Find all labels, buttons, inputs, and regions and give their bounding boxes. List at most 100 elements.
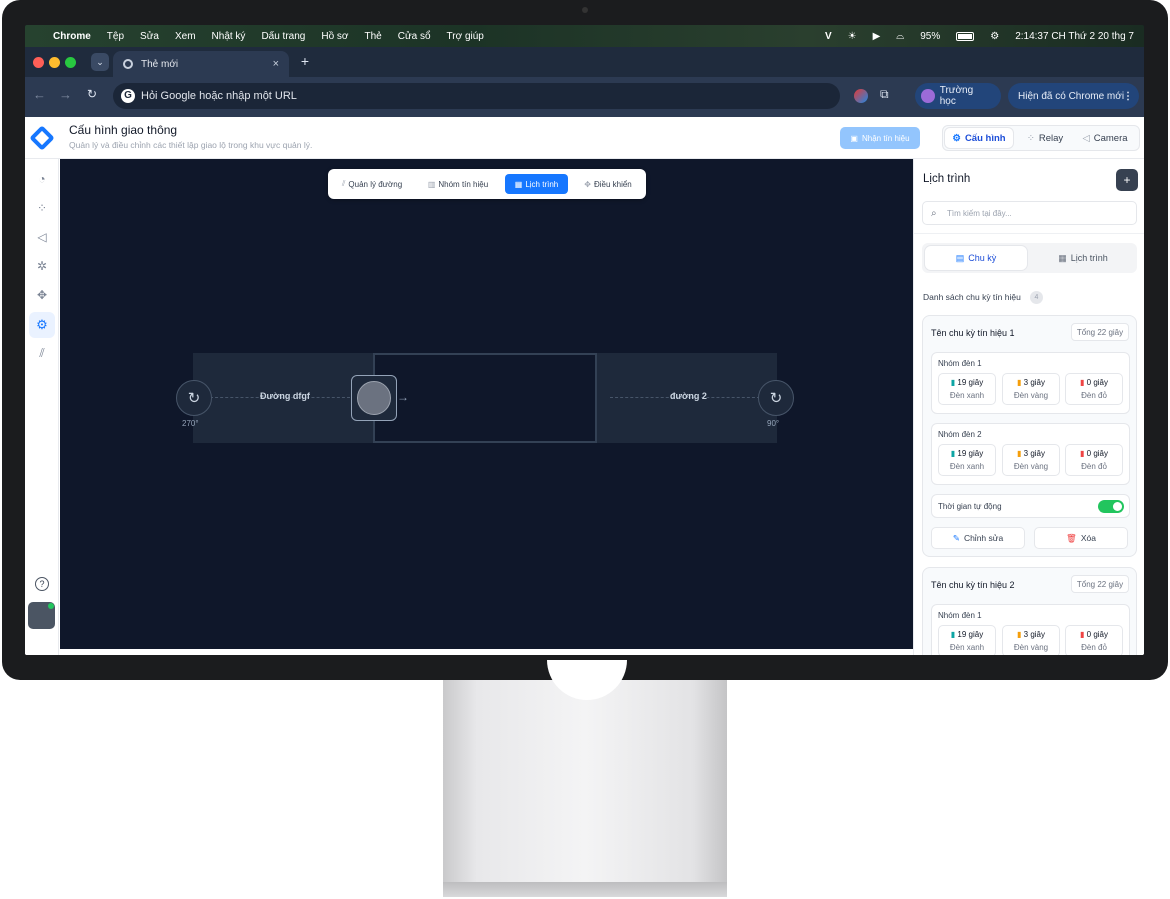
delete-button[interactable]: 🗑 Xóa: [1034, 527, 1128, 549]
menu-profiles[interactable]: Hồ sơ: [321, 31, 348, 42]
forward-icon[interactable]: →: [59, 87, 72, 102]
calendar-icon: ▦: [514, 179, 523, 189]
menubar-clock[interactable]: 2:14:37 CH Thứ 2 20 thg 7: [1015, 31, 1134, 42]
light-group-2[interactable]: Nhóm đèn 2 ▮ 19 giây Đèn xanh ▮ 3 giây Đèn…: [931, 423, 1130, 485]
add-button[interactable]: +: [1116, 169, 1138, 191]
menu-chrome[interactable]: Chrome: [53, 31, 91, 42]
new-tab-icon[interactable]: +: [297, 53, 313, 69]
light-group-1[interactable]: Nhóm đèn 1 ▮ 19 giây Đèn xanh ▮ 3 giây Đèn…: [931, 352, 1130, 414]
cycle-card-1[interactable]: Tên chu kỳ tín hiệu 1 Tổng 22 giây Nhóm …: [922, 315, 1137, 557]
intersection-canvas[interactable]: ⫽ Quản lý đường ▥ Nhóm tín hiệu ▦ Lịch trìn…: [60, 159, 913, 649]
page-subtitle: Quản lý và điều chỉnh các thiết lập giao…: [69, 140, 313, 150]
seg-schedule[interactable]: ▦ Lịch trình: [1032, 246, 1134, 270]
airpods-icon[interactable]: ⌓: [896, 31, 904, 42]
list-title: Danh sách chu kỳ tín hiệu: [923, 292, 1021, 302]
receive-signal-button[interactable]: ▣ Nhận tín hiệu: [840, 127, 920, 149]
omnibox[interactable]: G Hỏi Google hoặc nhập một URL: [113, 83, 840, 109]
road-nav-icon[interactable]: ⫽: [33, 344, 51, 362]
tab-schedule-label: Lịch trình: [525, 179, 559, 189]
light-group-1[interactable]: Nhóm đèn 1 ▮ 19 giây Đèn xanh ▮ 3 giây Đèn…: [931, 604, 1130, 655]
tab-relay[interactable]: ⁘ Relay: [1019, 128, 1071, 148]
tab-camera[interactable]: ◁ Camera: [1073, 128, 1137, 148]
more-icon[interactable]: ⋮: [1123, 91, 1133, 102]
cycle-name: Tên chu kỳ tín hiệu 1: [931, 328, 1015, 338]
cycle-card-2[interactable]: Tên chu kỳ tín hiệu 2 Tổng 22 giây Nhóm …: [922, 567, 1137, 655]
reload-icon[interactable]: ↻: [87, 87, 97, 101]
tab-relay-label: Relay: [1038, 132, 1064, 144]
brightness-icon[interactable]: ☀: [848, 31, 857, 42]
lamp-red-label: Đèn đỏ: [1081, 391, 1107, 400]
browser-tab[interactable]: Thẻ mới ×: [113, 51, 289, 77]
control-center-icon[interactable]: ⚙: [990, 31, 999, 42]
lamp-green: ▮ 19 giây Đèn xanh: [938, 373, 996, 405]
menu-view[interactable]: Xem: [175, 31, 196, 42]
search-icon: ⌕: [931, 207, 937, 219]
road-right-name[interactable]: đường 2: [670, 391, 707, 401]
rotate-right-button[interactable]: ↻: [758, 380, 794, 416]
lamp-yellow-value: 3 giây: [1023, 630, 1045, 639]
schedule-icon: ▦: [1058, 252, 1067, 263]
update-label: Hiện đã có Chrome mới: [1018, 90, 1125, 102]
menu-edit[interactable]: Sửa: [140, 31, 159, 42]
lamp-red: ▮ 0 giây Đèn đỏ: [1065, 444, 1123, 476]
extensions-puzzle-icon[interactable]: ⧉: [880, 87, 889, 102]
user-avatar[interactable]: [28, 602, 55, 629]
auto-time-toggle[interactable]: [1098, 500, 1124, 513]
close-window-button[interactable]: [33, 57, 44, 68]
lamp-yellow-value: 3 giây: [1023, 449, 1045, 458]
seg-cycle[interactable]: ▤ Chu kỳ: [925, 246, 1027, 270]
road-left-name[interactable]: Đường dfgf: [260, 391, 310, 401]
minimize-window-button[interactable]: [49, 57, 60, 68]
profile-button[interactable]: Trường học: [915, 83, 1001, 109]
edit-button[interactable]: ✎ Chỉnh sửa: [931, 527, 1025, 549]
menu-window[interactable]: Cửa sổ: [398, 31, 431, 42]
menu-help[interactable]: Trợ giúp: [447, 31, 484, 42]
lamp-red: ▮ 0 giây Đèn đỏ: [1065, 373, 1123, 405]
vivaldi-icon[interactable]: V: [825, 31, 832, 42]
control-nav-icon[interactable]: ✥: [33, 286, 51, 304]
traffic-light-icon: ▮: [1017, 630, 1022, 639]
tab-search-icon[interactable]: ⌄: [91, 53, 109, 71]
tab-schedule[interactable]: ▦ Lịch trình: [505, 174, 568, 194]
search-input[interactable]: ⌕ Tìm kiếm tại đây...: [922, 201, 1137, 225]
menu-history[interactable]: Nhật ký: [212, 31, 246, 42]
zoom-window-button[interactable]: [65, 57, 76, 68]
play-icon[interactable]: ▶: [873, 31, 881, 42]
help-icon[interactable]: ?: [35, 577, 49, 591]
signal-nav-icon[interactable]: ✲: [33, 257, 51, 275]
auto-time-label: Thời gian tự động: [938, 502, 1002, 511]
back-icon[interactable]: ←: [33, 87, 46, 102]
direction-arrow-icon: →: [397, 390, 409, 404]
app-sidebar: ◔ ⁘ ◁ ✲ ✥ ⚙ ⫽ ?: [25, 159, 59, 655]
menu-tab[interactable]: Thẻ: [364, 31, 381, 42]
dashboard-icon[interactable]: ◔: [33, 170, 51, 188]
close-tab-icon[interactable]: ×: [273, 58, 279, 70]
rotate-left-button[interactable]: ↻: [176, 380, 212, 416]
app-logo-icon: [29, 125, 55, 151]
tab-signal-groups[interactable]: ▥ Nhóm tín hiệu: [420, 174, 496, 194]
lamp-yellow-label: Đèn vàng: [1013, 643, 1049, 652]
tab-control[interactable]: ✥ Điều khiển: [576, 174, 640, 194]
signal-icon: ▣: [850, 133, 858, 143]
lamp-red-value: 0 giây: [1086, 378, 1108, 387]
gear-icon: ⚙: [952, 132, 961, 144]
tab-signal-groups-label: Nhóm tín hiệu: [438, 179, 489, 189]
lamp-green: ▮ 19 giây Đèn xanh: [938, 444, 996, 476]
signal-node[interactable]: [351, 375, 397, 421]
extension-icon[interactable]: [854, 89, 868, 103]
traffic-light-icon: ▮: [950, 449, 956, 458]
settings-nav-icon[interactable]: ⚙: [29, 312, 55, 338]
avatar-icon: [921, 89, 935, 103]
lamp-red-label: Đèn đỏ: [1081, 462, 1107, 471]
camera-nav-icon[interactable]: ◁: [33, 228, 51, 246]
control-icon: ✥: [584, 179, 591, 189]
relay-nav-icon[interactable]: ⁘: [33, 199, 51, 217]
chrome-update-button[interactable]: Hiện đã có Chrome mới ⋮: [1008, 83, 1139, 109]
battery-icon[interactable]: [956, 31, 975, 41]
menu-bookmarks[interactable]: Dấu trang: [261, 31, 305, 42]
tab-config[interactable]: ⚙ Cấu hình: [945, 128, 1013, 148]
menu-file[interactable]: Tệp: [107, 31, 124, 42]
lamp-yellow-value: 3 giây: [1023, 378, 1045, 387]
group-name: Nhóm đèn 1: [938, 359, 982, 368]
tab-road-management[interactable]: ⫽ Quản lý đường: [334, 174, 410, 194]
